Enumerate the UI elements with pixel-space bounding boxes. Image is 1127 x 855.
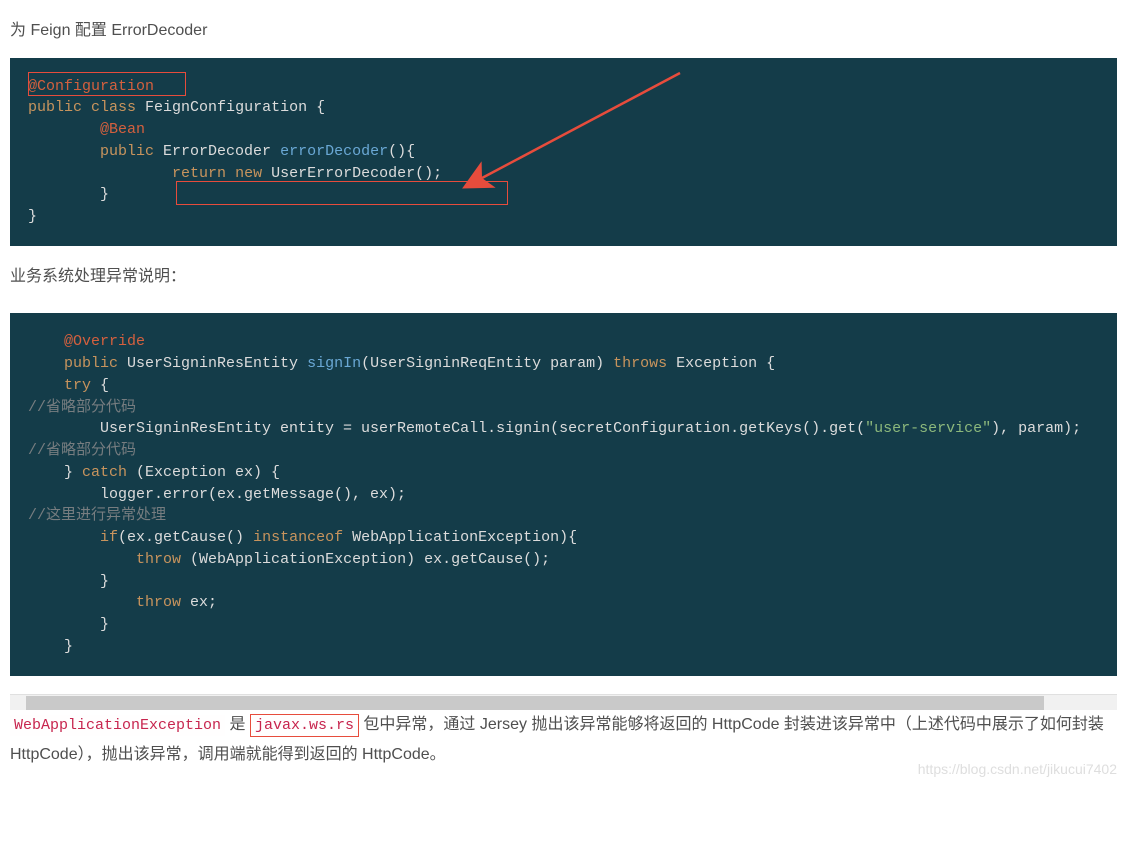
code-block-2: @Override public UserSigninResEntity sig… — [10, 313, 1117, 675]
horizontal-scrollbar[interactable] — [10, 694, 1117, 710]
watermark: https://blog.csdn.net/jikucui7402 — [918, 758, 1117, 780]
code-content-1: @Configuration public class FeignConfigu… — [28, 76, 1099, 228]
intro-paragraph: 为 Feign 配置 ErrorDecoder — [10, 18, 1117, 44]
code-block-1: @Configuration public class FeignConfigu… — [10, 58, 1117, 246]
inline-code-webapplicationexception: WebApplicationException — [10, 715, 225, 736]
scroll-right-button[interactable] — [1101, 695, 1117, 710]
scroll-left-button[interactable] — [10, 695, 26, 710]
scroll-thumb[interactable] — [26, 696, 1044, 710]
inline-code-javaxwsrs: javax.ws.rs — [250, 714, 359, 737]
code-block-2-wrap: @Override public UserSigninResEntity sig… — [10, 303, 1117, 709]
code-content-2: @Override public UserSigninResEntity sig… — [28, 331, 1099, 657]
section-paragraph: 业务系统处理异常说明： — [10, 264, 1117, 290]
